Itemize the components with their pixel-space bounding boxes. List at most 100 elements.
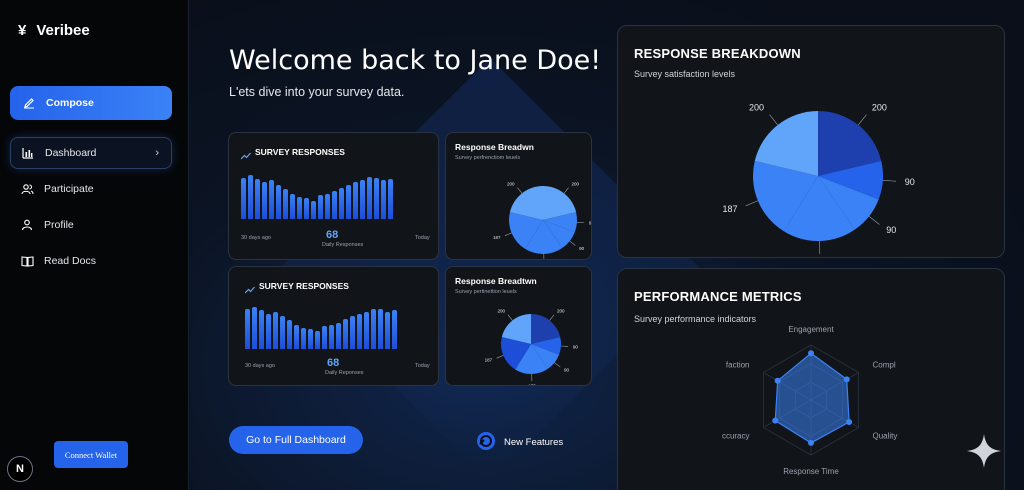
- bar: [252, 307, 257, 349]
- bar: [308, 329, 313, 349]
- trending-up-icon: [244, 281, 255, 299]
- radar-point: [808, 439, 814, 446]
- radar-point: [843, 376, 850, 383]
- radar-point: [808, 350, 814, 357]
- pie-label: 200: [872, 103, 887, 113]
- sparkle-icon[interactable]: [966, 433, 1002, 474]
- pie-leader-line: [858, 114, 867, 126]
- bar: [273, 311, 278, 349]
- pie-label: 90: [905, 177, 915, 187]
- bar: [357, 313, 362, 349]
- daily-label: Daily Reponses: [325, 370, 364, 376]
- sidebar-item-profile[interactable]: Profile: [10, 209, 172, 241]
- bar: [241, 177, 246, 219]
- sidebar: ¥ Veribee Compose Dashboard › Participat…: [0, 0, 189, 490]
- bar: [385, 311, 390, 349]
- book-icon: [20, 254, 34, 268]
- response-breakdown-mini-card[interactable]: Response Breadtwn Survey pertinettion le…: [445, 266, 592, 386]
- radar-label: Engagement: [788, 325, 834, 334]
- card-title: SURVEY RESPONSES: [259, 281, 349, 291]
- brand[interactable]: ¥ Veribee: [18, 22, 90, 39]
- new-features-link[interactable]: New Features: [476, 431, 563, 454]
- chevron-right-icon: ›: [155, 147, 159, 159]
- radar-point: [774, 377, 781, 384]
- pie-label: 200: [507, 181, 515, 186]
- pencil-icon: [22, 96, 36, 110]
- sidebar-item-label: Dashboard: [45, 147, 97, 159]
- sidebar-item-read-docs[interactable]: Read Docs: [10, 245, 172, 277]
- bar: [336, 322, 341, 349]
- bar: [301, 327, 306, 349]
- survey-responses-card[interactable]: SURVEY RESPONSES 30 days ago 68 Daily Re…: [228, 132, 439, 260]
- pie-leader-line: [507, 314, 513, 321]
- survey-responses-card[interactable]: SURVEY RESPONSES 30 days ago 68 Daily Re…: [228, 266, 439, 386]
- radar-point: [772, 417, 779, 424]
- pie-label: 90: [886, 225, 896, 235]
- bar: [374, 177, 379, 219]
- performance-metrics-card: PERFORMANCE METRICS Survey performance i…: [617, 268, 1005, 490]
- bar: [248, 175, 253, 219]
- sidebar-item-participate[interactable]: Participate: [10, 173, 172, 205]
- pie-label: 200: [557, 309, 565, 314]
- radar-label: Compl: [872, 361, 895, 370]
- bar: [318, 195, 323, 219]
- bar: [392, 310, 397, 349]
- pie-leader-line: [882, 180, 897, 182]
- compose-button[interactable]: Compose: [10, 86, 172, 120]
- user-icon: [20, 218, 34, 232]
- end-label: Today: [415, 363, 430, 369]
- bar-chart: [245, 305, 397, 349]
- n-badge-icon[interactable]: N: [7, 456, 33, 482]
- new-features-icon: [476, 431, 496, 454]
- start-label: 30 days ago: [241, 235, 271, 241]
- veribee-logo-icon: ¥: [18, 22, 27, 39]
- bar: [388, 178, 393, 219]
- bar-chart: [241, 173, 393, 219]
- radar-label: Response Time: [783, 467, 839, 476]
- pie-label: 90: [589, 221, 592, 226]
- trending-up-icon: [240, 147, 251, 165]
- pie-label: 187: [485, 358, 493, 363]
- pie-leader-line: [868, 216, 880, 225]
- bar: [350, 316, 355, 349]
- performance-radar-chart: Engagement Compl Quality Response Time ccura…: [722, 325, 897, 476]
- radar-point: [846, 419, 853, 425]
- full-dashboard-button[interactable]: Go to Full Dashboard: [229, 426, 363, 454]
- sidebar-item-label: Profile: [44, 219, 74, 231]
- pie-label: 90: [579, 246, 585, 251]
- bar: [360, 179, 365, 219]
- connect-wallet-button[interactable]: Connect Wallet: [54, 441, 128, 468]
- response-breakdown-mini-card[interactable]: Response Breadwn Survey perfrenctiom leu…: [445, 132, 592, 260]
- response-breakdown-card: RESPONSE BREAKDOWN Survey satisfaction l…: [617, 25, 1005, 258]
- pie-leader-line: [554, 362, 561, 368]
- bar: [259, 310, 264, 349]
- pie-label: 90: [573, 344, 579, 349]
- pie-label: 90: [564, 368, 570, 373]
- bar: [311, 200, 316, 219]
- daily-value: 68: [326, 229, 339, 241]
- pie-leader-line: [745, 200, 759, 207]
- bar: [322, 326, 327, 349]
- bar: [304, 198, 309, 219]
- bar: [332, 191, 337, 219]
- bar: [290, 193, 295, 219]
- pie-leader-line: [504, 232, 512, 236]
- radar-label: faction: [726, 361, 750, 370]
- bar: [353, 182, 358, 219]
- bar: [269, 179, 274, 219]
- pie-label: 173: [528, 383, 536, 386]
- sidebar-item-label: Read Docs: [44, 255, 96, 267]
- sidebar-item-dashboard[interactable]: Dashboard ›: [10, 137, 172, 169]
- bar: [245, 309, 250, 349]
- bar: [378, 309, 383, 349]
- bar-chart-icon: [21, 146, 35, 160]
- daily-label: Daily Responses: [322, 242, 364, 248]
- pie-leader-line: [769, 114, 778, 126]
- bar: [325, 193, 330, 219]
- bar: [346, 184, 351, 219]
- app-name: Veribee: [36, 22, 90, 39]
- sidebar-item-label: Participate: [44, 183, 94, 195]
- pie-leader-line: [496, 355, 504, 359]
- bar: [287, 320, 292, 349]
- main-content: Welcome back to Jane Doe! L'ets dive int…: [190, 0, 1024, 490]
